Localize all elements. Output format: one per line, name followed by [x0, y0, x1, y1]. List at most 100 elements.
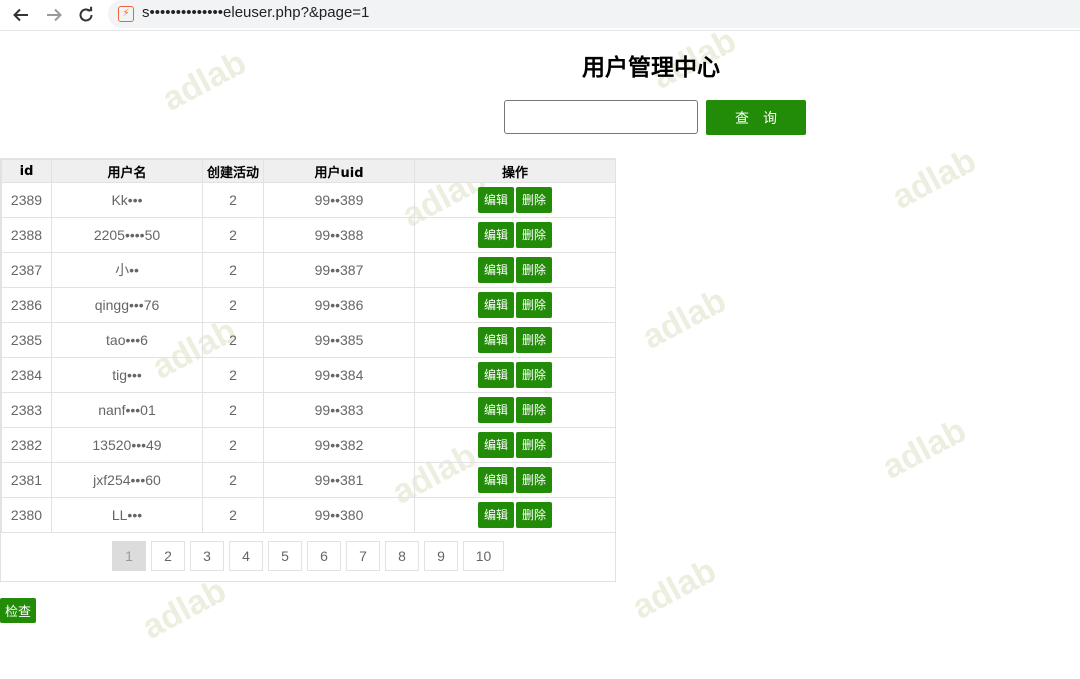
edit-button[interactable]: 编辑 [478, 467, 514, 493]
cell-username: qingg•••76 [51, 287, 203, 323]
page-link-6[interactable]: 6 [307, 541, 341, 571]
cell-activities: 2 [202, 357, 264, 393]
reload-button[interactable] [74, 3, 98, 27]
address-bar[interactable]: ⚡ s••••••••••••••eleuser.php?&page=1 [108, 0, 1080, 28]
cell-actions: 编辑 删除 [414, 392, 616, 428]
delete-button[interactable]: 删除 [516, 327, 552, 353]
cell-uid: 99••385 [263, 322, 415, 358]
edit-button[interactable]: 编辑 [478, 362, 514, 388]
cell-id: 2383 [1, 392, 52, 428]
cell-actions: 编辑 删除 [414, 357, 616, 393]
table-row: 2382 13520•••49 2 99••382 编辑 删除 [1, 427, 616, 463]
page-link-2[interactable]: 2 [151, 541, 185, 571]
cell-id: 2389 [1, 182, 52, 218]
page-link-7[interactable]: 7 [346, 541, 380, 571]
edit-button[interactable]: 编辑 [478, 327, 514, 353]
page-link-8[interactable]: 8 [385, 541, 419, 571]
cell-id: 2381 [1, 462, 52, 498]
cell-id: 2384 [1, 357, 52, 393]
cell-activities: 2 [202, 182, 264, 218]
page-link-10[interactable]: 10 [463, 541, 504, 571]
cell-actions: 编辑 删除 [414, 252, 616, 288]
forward-button[interactable] [42, 3, 66, 27]
header-created-activities: 创建活动 [202, 159, 264, 183]
cell-activities: 2 [202, 427, 264, 463]
back-button[interactable] [9, 3, 33, 27]
edit-button[interactable]: 编辑 [478, 397, 514, 423]
table-row: 2387 小•• 2 99••387 编辑 删除 [1, 252, 616, 288]
url-text[interactable]: s••••••••••••••eleuser.php?&page=1 [142, 4, 369, 21]
watermark: adlab [876, 411, 973, 487]
cell-username: Kk••• [51, 182, 203, 218]
page-link-1[interactable]: 1 [112, 541, 146, 571]
cell-actions: 编辑 删除 [414, 217, 616, 253]
edit-button[interactable]: 编辑 [478, 502, 514, 528]
header-actions: 操作 [414, 159, 616, 183]
cell-actions: 编辑 删除 [414, 462, 616, 498]
cell-username: tao•••6 [51, 322, 203, 358]
cell-activities: 2 [202, 252, 264, 288]
cell-id: 2388 [1, 217, 52, 253]
cell-activities: 2 [202, 462, 264, 498]
cell-username: tig••• [51, 357, 203, 393]
cell-uid: 99••388 [263, 217, 415, 253]
browser-toolbar: ⚡ s••••••••••••••eleuser.php?&page=1 [0, 0, 1080, 31]
cell-activities: 2 [202, 322, 264, 358]
page-icon: ⚡ [118, 6, 134, 22]
cell-activities: 2 [202, 392, 264, 428]
edit-button[interactable]: 编辑 [478, 292, 514, 318]
cell-actions: 编辑 删除 [414, 182, 616, 218]
delete-button[interactable]: 删除 [516, 187, 552, 213]
delete-button[interactable]: 删除 [516, 502, 552, 528]
search-input[interactable] [504, 100, 698, 134]
table-row: 2383 nanf•••01 2 99••383 编辑 删除 [1, 392, 616, 428]
delete-button[interactable]: 删除 [516, 432, 552, 458]
delete-button[interactable]: 删除 [516, 257, 552, 283]
watermark: adlab [636, 281, 733, 357]
page-link-3[interactable]: 3 [190, 541, 224, 571]
edit-button[interactable]: 编辑 [478, 257, 514, 283]
cell-id: 2382 [1, 427, 52, 463]
delete-button[interactable]: 删除 [516, 397, 552, 423]
header-username: 用户名 [51, 159, 203, 183]
page-link-5[interactable]: 5 [268, 541, 302, 571]
edit-button[interactable]: 编辑 [478, 187, 514, 213]
header-id: id [1, 159, 52, 183]
delete-button[interactable]: 删除 [516, 292, 552, 318]
cell-activities: 2 [202, 287, 264, 323]
arrow-left-icon [13, 8, 28, 22]
table-row: 2389 Kk••• 2 99••389 编辑 删除 [1, 182, 616, 218]
query-button[interactable]: 查询 [706, 100, 806, 135]
delete-button[interactable]: 删除 [516, 467, 552, 493]
cell-uid: 99••380 [263, 497, 415, 533]
cell-uid: 99••386 [263, 287, 415, 323]
cell-uid: 99••383 [263, 392, 415, 428]
cell-username: 2205••••50 [51, 217, 203, 253]
delete-button[interactable]: 删除 [516, 362, 552, 388]
table-row: 2381 jxf254•••60 2 99••381 编辑 删除 [1, 462, 616, 498]
cell-id: 2380 [1, 497, 52, 533]
check-button[interactable]: 检查 [0, 598, 36, 623]
watermark: adlab [886, 141, 983, 217]
pagination: 1 2 3 4 5 6 7 8 9 10 [1, 541, 615, 573]
page-link-9[interactable]: 9 [424, 541, 458, 571]
cell-username: LL••• [51, 497, 203, 533]
edit-button[interactable]: 编辑 [478, 432, 514, 458]
reload-icon [79, 6, 93, 22]
user-table-panel: id 用户名 创建活动 用户uid 操作 2389 Kk••• 2 99••38… [0, 158, 616, 582]
cell-activities: 2 [202, 497, 264, 533]
cell-id: 2385 [1, 322, 52, 358]
watermark: adlab [626, 551, 723, 627]
table-row: 2388 2205••••50 2 99••388 编辑 删除 [1, 217, 616, 253]
cell-id: 2386 [1, 287, 52, 323]
cell-activities: 2 [202, 217, 264, 253]
table-row: 2380 LL••• 2 99••380 编辑 删除 [1, 497, 616, 533]
cell-uid: 99••382 [263, 427, 415, 463]
delete-button[interactable]: 删除 [516, 222, 552, 248]
arrow-right-icon [47, 8, 62, 22]
page-link-4[interactable]: 4 [229, 541, 263, 571]
edit-button[interactable]: 编辑 [478, 222, 514, 248]
cell-username: nanf•••01 [51, 392, 203, 428]
header-uid: 用户uid [263, 159, 415, 183]
user-table: id 用户名 创建活动 用户uid 操作 2389 Kk••• 2 99••38… [1, 159, 616, 533]
